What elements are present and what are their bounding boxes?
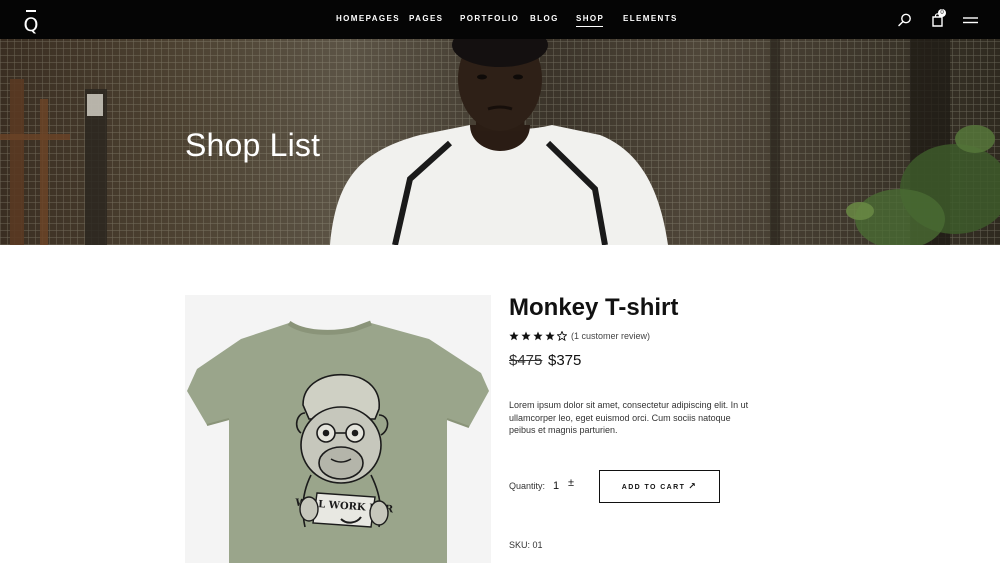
search-icon[interactable] bbox=[897, 12, 913, 28]
star-filled-icon bbox=[521, 331, 531, 341]
arrow-up-right-icon: ↗ bbox=[688, 481, 698, 492]
logo-letter: Q bbox=[23, 14, 39, 36]
star-filled-icon bbox=[545, 331, 555, 341]
hero-photo bbox=[0, 39, 1000, 245]
product-title: Monkey T-shirt bbox=[509, 294, 679, 321]
nav-item-shop[interactable]: SHOP bbox=[576, 14, 604, 28]
cart-count-badge: 0 bbox=[938, 9, 946, 17]
price-original: $475 bbox=[509, 352, 543, 369]
logo[interactable]: Q bbox=[20, 8, 42, 36]
page-title: Shop List bbox=[185, 127, 321, 163]
star-empty-icon bbox=[557, 331, 567, 341]
star-filled-icon bbox=[509, 331, 519, 341]
product-sku: SKU: 01 bbox=[509, 540, 543, 550]
quantity-stepper[interactable]: ± bbox=[568, 477, 574, 489]
star-filled-icon bbox=[533, 331, 543, 341]
hero-banner: Shop List bbox=[0, 39, 1000, 245]
add-to-cart-label: ADD TO CART bbox=[621, 483, 686, 491]
quantity-input[interactable]: 1 bbox=[553, 480, 559, 492]
price-sale: $375 bbox=[548, 352, 582, 369]
add-to-cart-button[interactable]: ADD TO CART ↗ bbox=[599, 470, 720, 503]
menu-icon[interactable] bbox=[962, 12, 979, 28]
cart-icon[interactable]: 0 bbox=[930, 9, 946, 28]
nav-item-pages[interactable]: PAGES bbox=[409, 14, 443, 28]
nav-item-blog[interactable]: BLOG bbox=[530, 14, 559, 28]
nav-item-portfolio[interactable]: PORTFOLIO bbox=[460, 14, 519, 28]
quantity-label: Quantity: bbox=[509, 481, 546, 491]
customer-review-link[interactable]: (1 customer review) bbox=[571, 331, 650, 341]
nav-item-elements[interactable]: ELEMENTS bbox=[623, 14, 678, 28]
product-description: Lorem ipsum dolor sit amet, consectetur … bbox=[509, 400, 749, 435]
product-image[interactable]: WILL WORK FOR bbox=[185, 295, 491, 563]
nav-item-homepages[interactable]: HOMEPAGES bbox=[336, 14, 400, 28]
main-nav: HOMEPAGES PAGES PORTFOLIO BLOG SHOP ELEM… bbox=[0, 0, 1000, 39]
top-navigation-bar: Q HOMEPAGES PAGES PORTFOLIO BLOG SHOP EL… bbox=[0, 0, 1000, 39]
logo-macron bbox=[26, 10, 36, 12]
